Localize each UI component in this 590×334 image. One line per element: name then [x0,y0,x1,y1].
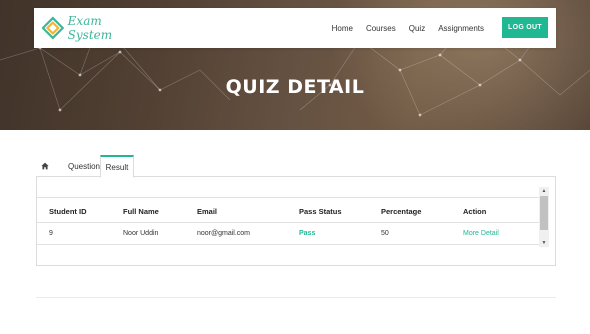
tab-home[interactable] [36,155,54,177]
section-divider [36,297,556,298]
cell-pass-status: Pass [299,230,316,237]
result-panel: Student ID Full Name Email Pass Status P… [36,177,556,266]
column-header-student-id: Student ID [49,207,87,216]
brand-logo[interactable]: Exam System [42,14,142,42]
cell-student-id: 9 [49,230,53,237]
scroll-thumb[interactable] [540,196,548,230]
quiz-tabs: Questions Result [36,155,556,178]
cell-percentage: 50 [381,230,389,237]
scroll-up-icon[interactable]: ▲ [539,187,549,195]
column-header-pass-status: Pass Status [299,207,342,216]
brand-name: Exam System [67,14,113,42]
scroll-down-icon[interactable]: ▼ [539,239,549,247]
page-title: QUIZ DETAIL [225,76,365,98]
logo-diamond-icon [42,16,64,40]
results-table: Student ID Full Name Email Pass Status P… [37,197,539,245]
column-header-full-name: Full Name [123,207,159,216]
nav-link-quiz[interactable]: Quiz [409,24,425,33]
nav-links: Home Courses Quiz Assignments [319,8,484,48]
nav-link-assignments[interactable]: Assignments [438,24,484,33]
column-header-email: Email [197,207,218,216]
more-detail-link[interactable]: More Detail [463,230,499,237]
home-icon [41,162,49,170]
column-header-action: Action [463,207,487,216]
nav-link-courses[interactable]: Courses [366,24,396,33]
logout-button[interactable]: LOG OUT [502,17,548,38]
cell-email: noor@gmail.com [197,230,251,237]
nav-link-home[interactable]: Home [332,24,353,33]
tab-result[interactable]: Result [100,155,134,178]
table-row-divider [37,222,539,223]
table-scrollbar[interactable]: ▲ ▼ [539,187,549,247]
column-header-percentage: Percentage [381,207,422,216]
cell-full-name: Noor Uddin [123,230,159,237]
top-navbar: Exam System Home Courses Quiz Assignment… [34,8,556,48]
